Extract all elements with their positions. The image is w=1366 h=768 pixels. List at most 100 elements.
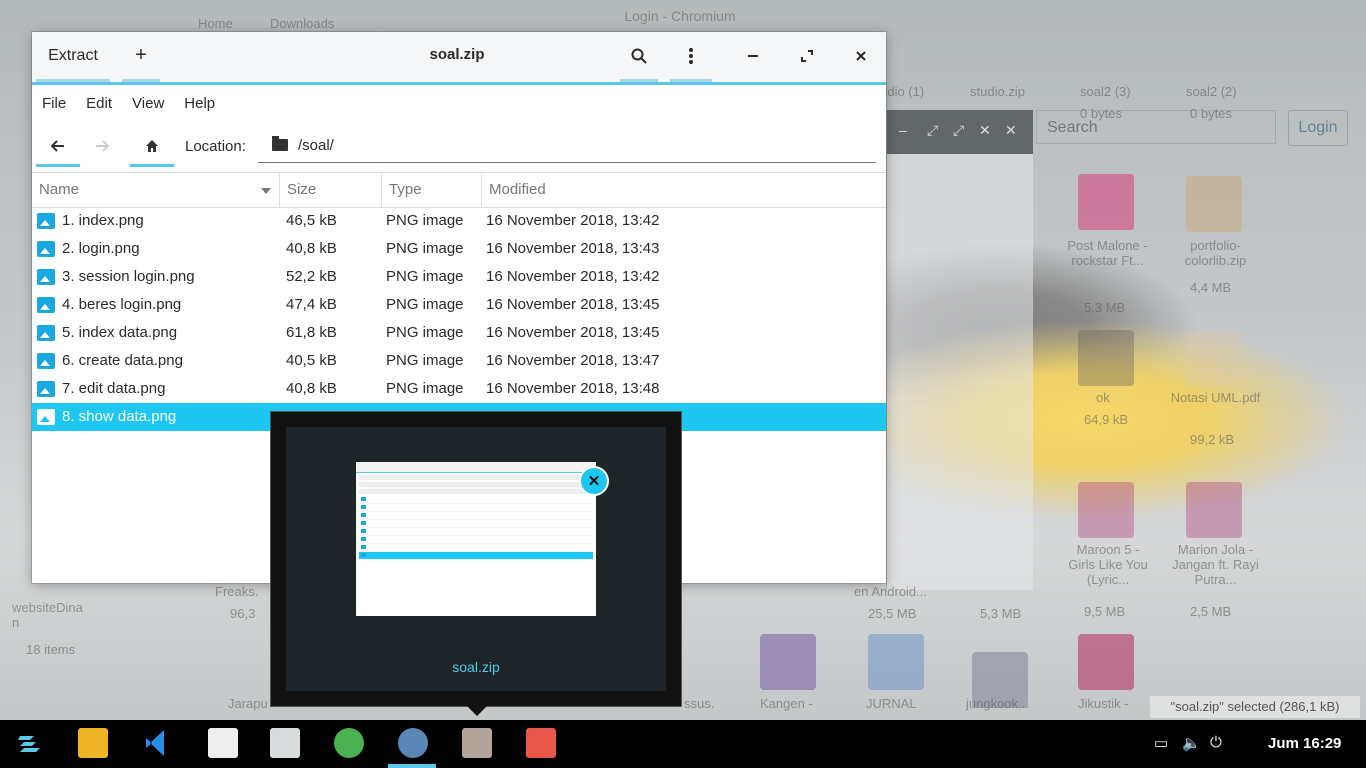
desktop-file[interactable]: soal2 (2) [1186,84,1237,99]
table-row[interactable]: 6. create data.png 40,5 kB PNG image 16 … [32,347,886,375]
background-status-bar: "soal.zip" selected (286,1 kB) [1150,696,1360,718]
video-file-icon[interactable] [1078,482,1134,538]
add-files-button[interactable]: + [118,32,164,82]
image-file-icon[interactable] [1078,330,1134,386]
background-search-field[interactable]: Search [1036,110,1276,144]
music-file-icon[interactable] [1078,634,1134,690]
video-file-icon[interactable] [760,634,816,690]
archive-manager-launcher[interactable] [462,728,492,758]
extract-button[interactable]: Extract [32,32,114,82]
files-launcher[interactable] [270,728,300,758]
file-modified: 16 November 2018, 13:48 [486,380,660,397]
android-studio-launcher[interactable] [334,728,364,758]
menu-edit[interactable]: Edit [76,95,122,112]
browser-window-title: Login - Chromium [624,8,736,24]
preview-thumbnail[interactable] [356,462,596,616]
file-size: 61,8 kB [286,324,337,341]
column-header-name[interactable]: Name [32,173,280,207]
music-file-icon[interactable] [1078,174,1134,230]
thumbnail-row [359,496,593,504]
thumbnail-columns [359,489,593,494]
desktop-file-size: 99,2 kB [1190,432,1235,447]
menu-file[interactable]: File [32,95,76,112]
home-button[interactable] [130,128,174,167]
desktop-file[interactable]: Jikustik - [1078,696,1129,711]
search-button[interactable] [616,32,662,82]
table-row[interactable]: 1. index.png 46,5 kB PNG image 16 Novemb… [32,207,886,235]
menu-view[interactable]: View [122,95,174,112]
thumbnail-menubar [359,475,593,480]
maximize-button[interactable] [782,32,832,79]
background-window-titlebar: – ⤢ ⤢ ✕ ✕ [887,110,1033,154]
column-size-label: Size [287,181,317,198]
browser-tab-home[interactable]: Home [198,16,233,31]
table-row[interactable]: 5. index data.png 61,8 kB PNG image 16 N… [32,319,886,347]
file-modified: 16 November 2018, 13:42 [486,268,660,285]
desktop-file[interactable]: Jarapu [228,696,268,711]
desktop-file[interactable]: Post Malone - rockstar Ft... [1060,238,1155,268]
browser-tab-downloads[interactable]: Downloads [270,16,334,31]
desktop-file[interactable]: Marion Jola - Jangan ft. Rayi Putra... [1168,542,1263,587]
maximize-icon[interactable]: ⤢ [927,122,938,139]
desktop-file[interactable]: studio.zip [970,84,1025,99]
file-name: 1. index.png [62,212,144,229]
file-name: 4. beres login.png [62,296,182,313]
desktop-file[interactable]: Notasi UML.pdf [1168,390,1263,405]
desktop-file[interactable]: ok [1096,390,1110,405]
sort-arrow-icon [261,188,271,194]
close-button[interactable] [836,32,886,79]
document-viewer-launcher[interactable] [208,728,238,758]
chromium-launcher[interactable] [398,728,428,758]
minimize-icon[interactable]: – [899,122,907,138]
column-header-modified[interactable]: Modified [482,173,886,207]
mail-launcher[interactable] [78,728,108,758]
desktop-file[interactable]: Maroon 5 - Girls Like You (Lyric... [1062,542,1154,587]
desktop-file[interactable]: ssus. [684,696,714,711]
location-field[interactable]: /soal/ [258,128,876,163]
table-row[interactable]: 4. beres login.png 47,4 kB PNG image 16 … [32,291,886,319]
background-login-button[interactable]: Login [1288,110,1348,146]
desktop-file[interactable]: soal2 (3) [1080,84,1131,99]
column-header-type[interactable]: Type [382,173,482,207]
file-modified: 16 November 2018, 13:43 [486,240,660,257]
table-row[interactable]: 7. edit data.png 40,8 kB PNG image 16 No… [32,375,886,403]
menu-help[interactable]: Help [174,95,225,112]
image-file-icon [37,213,55,229]
thumbnail-row [359,504,593,512]
desktop-file[interactable]: jungkook... [966,696,1029,711]
power-icon[interactable]: ⏻ [1210,734,1222,751]
column-header-size[interactable]: Size [280,173,382,207]
video-file-icon[interactable] [1186,482,1242,538]
desktop-file[interactable]: portfolio-colorlib.zip [1168,238,1263,268]
desktop-file[interactable]: websiteDina n [12,600,92,630]
back-button[interactable] [36,128,80,167]
vscode-launcher[interactable] [142,728,172,758]
desktop-file[interactable]: Kangen - [760,696,813,711]
image-viewer-launcher[interactable] [526,728,556,758]
forward-button[interactable] [80,128,124,164]
desktop-file[interactable]: JURNAL [866,696,917,711]
file-name: 2. login.png [62,240,140,257]
preview-close-button[interactable]: ✕ [579,466,609,496]
clock[interactable]: Jum 16:29 [1268,735,1341,752]
desktop-file[interactable]: en Android... [854,584,927,599]
desktop-file[interactable]: Freaks. [215,584,258,599]
table-row[interactable]: 2. login.png 40,8 kB PNG image 16 Novemb… [32,235,886,263]
volume-icon[interactable]: 🔈 [1182,734,1201,752]
file-modified: 16 November 2018, 13:47 [486,352,660,369]
pdf-file-icon[interactable] [1186,330,1242,386]
screen-icon[interactable]: ▭ [1154,734,1168,752]
zip-file-icon[interactable] [1186,176,1242,232]
document-file-icon[interactable] [868,634,924,690]
image-file-icon [37,409,55,425]
zorin-menu-button[interactable] [14,728,44,758]
arrow-left-icon [51,140,64,152]
maximize-icon[interactable]: ⤢ [953,122,964,139]
menu-button[interactable] [666,32,716,82]
table-row[interactable]: 3. session login.png 52,2 kB PNG image 1… [32,263,886,291]
file-type: PNG image [386,324,464,341]
minimize-button[interactable] [728,32,778,79]
search-icon [631,48,647,64]
close-icon[interactable]: ✕ [1005,122,1017,139]
close-icon[interactable]: ✕ [979,122,991,139]
